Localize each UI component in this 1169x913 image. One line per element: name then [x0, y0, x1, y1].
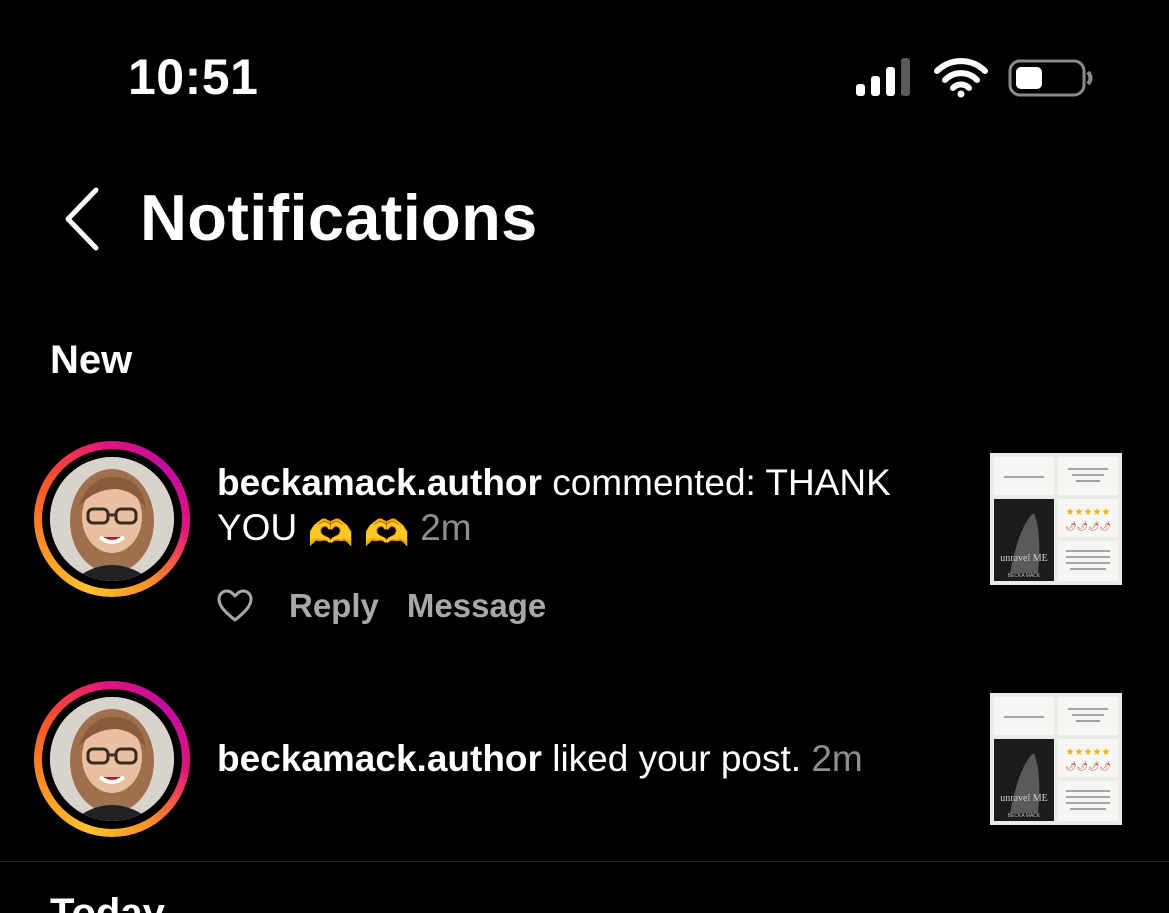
comment-actions: Reply Message: [217, 584, 574, 628]
page-title: Notifications: [140, 181, 538, 254]
notification-time: 2m: [420, 507, 472, 548]
hand-heart-emoji: 🫶: [363, 513, 410, 554]
svg-text:★★★★★: ★★★★★: [1066, 747, 1111, 758]
notification-comment[interactable]: beckamack.author commented: THANK YOU 🫶 …: [217, 460, 957, 556]
message-button[interactable]: Message: [407, 587, 546, 625]
reply-button[interactable]: Reply: [289, 587, 379, 625]
section-heading-new: New: [50, 338, 133, 382]
status-time: 10:51: [128, 49, 259, 105]
cellular-signal-icon: [856, 58, 910, 96]
avatar-photo: [50, 697, 174, 821]
section-divider: [0, 861, 1169, 862]
like-heart-icon[interactable]: [217, 589, 253, 623]
battery-icon: [1008, 59, 1093, 97]
hand-heart-emoji: 🫶: [307, 513, 354, 554]
section-heading-today: Today: [50, 893, 165, 913]
post-thumbnail[interactable]: unravel ME BECKA MACK ★★★★★ 🌶🌶🌶🌶: [990, 693, 1122, 825]
svg-text:🌶🌶🌶🌶: 🌶🌶🌶🌶: [1065, 521, 1111, 531]
notification-message: liked your post.: [552, 738, 802, 779]
notification-username[interactable]: beckamack.author: [217, 462, 542, 503]
thumbnail-author: BECKA MACK: [1008, 813, 1041, 819]
notification-username[interactable]: beckamack.author: [217, 738, 542, 779]
avatar-photo: [50, 457, 174, 581]
thumbnail-book-title: unravel ME: [1000, 793, 1048, 804]
thumbnail-author: BECKA MACK: [1008, 573, 1041, 579]
notification-like[interactable]: beckamack.author liked your post. 2m: [217, 736, 957, 781]
back-button[interactable]: [58, 184, 108, 254]
wifi-icon: [934, 58, 988, 98]
avatar[interactable]: [34, 441, 190, 597]
avatar[interactable]: [34, 681, 190, 837]
post-thumbnail[interactable]: unravel ME BECKA MACK ★★★★★ 🌶🌶🌶🌶: [990, 453, 1122, 585]
notification-time: 2m: [811, 738, 863, 779]
svg-text:★★★★★: ★★★★★: [1066, 507, 1111, 518]
thumbnail-book-title: unravel ME: [1000, 553, 1048, 564]
svg-text:🌶🌶🌶🌶: 🌶🌶🌶🌶: [1065, 761, 1111, 771]
